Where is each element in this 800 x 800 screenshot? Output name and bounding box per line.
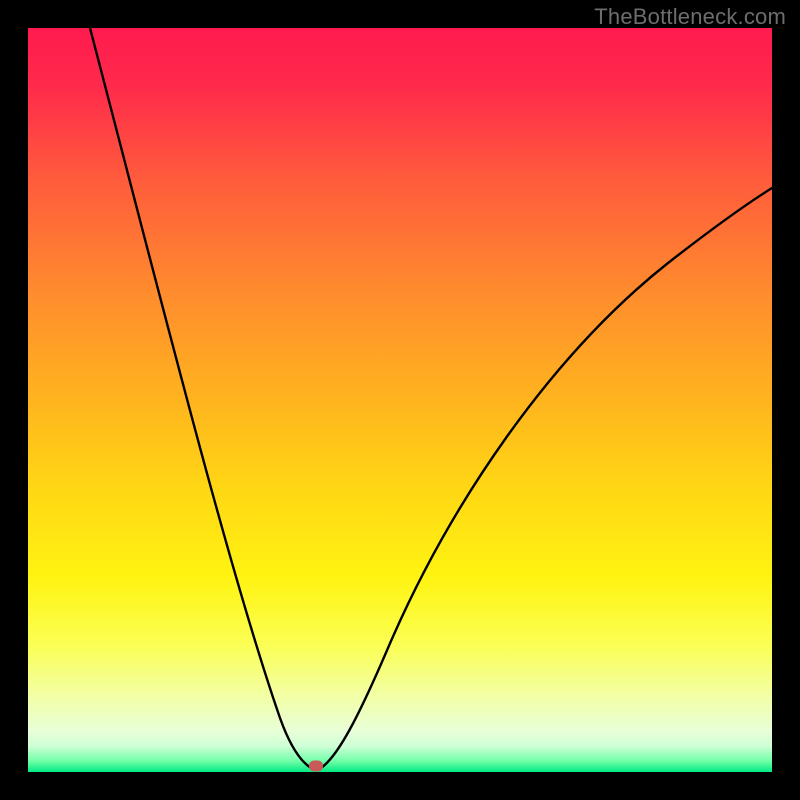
plot-area [28,28,772,772]
optimal-point-marker [309,761,323,772]
watermark-text: TheBottleneck.com [594,4,786,30]
bottleneck-curve [28,28,772,772]
chart-container: TheBottleneck.com [0,0,800,800]
